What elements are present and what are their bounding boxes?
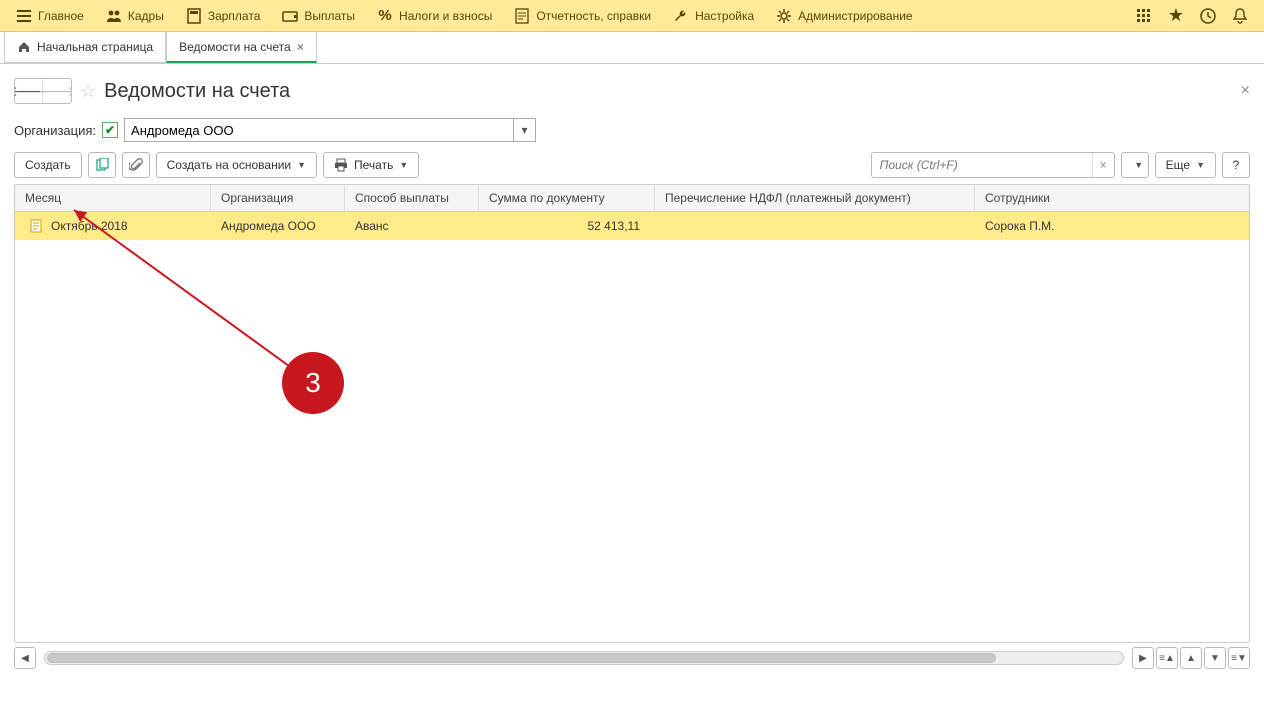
annotation-badge: 3 [282,352,344,414]
copy-button[interactable] [88,152,116,178]
row-last-icon[interactable]: ≡▼ [1228,647,1250,669]
nav-history: 🡐 🡒 [14,78,72,104]
tab-statements[interactable]: Ведомости на счета × [166,32,317,63]
col-sum[interactable]: Сумма по документу [479,185,655,211]
scroll-left-icon[interactable]: ◀ [14,647,36,669]
menu-label: Кадры [128,9,164,23]
org-label: Организация: [14,123,96,138]
menu-settings[interactable]: Настройка [663,0,764,32]
menu-hr[interactable]: Кадры [96,0,174,32]
gear-icon [776,8,792,24]
percent-icon: % [377,8,393,24]
home-icon [17,40,31,54]
tab-label: Начальная страница [37,40,153,54]
menu-payments[interactable]: Выплаты [272,0,365,32]
tab-bar: Начальная страница Ведомости на счета × [0,32,1264,64]
page-title: Ведомости на счета [104,80,290,103]
create-button[interactable]: Создать [14,152,82,178]
h-scrollbar[interactable] [44,651,1124,665]
menu-label: Выплаты [304,9,355,23]
help-button[interactable]: ? [1222,152,1250,178]
menu-reports[interactable]: Отчетность, справки [504,0,661,32]
menu-label: Администрирование [798,9,912,23]
cell-emp: Сорока П.М. [975,219,1249,233]
cell-sum: 52 413,11 [479,219,655,233]
org-dropdown-button[interactable]: ▾ [514,118,536,142]
people-icon [106,8,122,24]
org-checkbox[interactable]: ✔ [102,122,118,138]
row-down-icon[interactable]: ▼ [1204,647,1226,669]
page-content: 🡐 🡒 ☆ Ведомости на счета × Организация: … [0,64,1264,677]
menu-main[interactable]: Главное [6,0,94,32]
tab-label: Ведомости на счета [179,40,291,54]
printer-icon [334,158,348,172]
tab-home[interactable]: Начальная страница [4,32,166,63]
print-button[interactable]: Печать▼ [323,152,419,178]
grid-footer: ◀ ▶ ≡▲ ▲ ▼ ≡▼ [14,647,1250,669]
hamburger-icon [16,8,32,24]
menu-label: Настройка [695,9,754,23]
org-input[interactable] [124,118,514,142]
attach-button[interactable] [122,152,150,178]
favorite-star-icon[interactable]: ☆ [80,81,96,102]
report-icon [514,8,530,24]
document-icon [29,219,43,233]
menu-taxes[interactable]: % Налоги и взносы [367,0,502,32]
apps-icon[interactable] [1134,6,1154,26]
menu-label: Зарплата [208,9,261,23]
scroll-right-icon[interactable]: ▶ [1132,647,1154,669]
forward-button[interactable]: 🡒 [43,79,71,103]
calculator-icon [186,8,202,24]
close-icon[interactable]: × [297,40,304,54]
row-first-icon[interactable]: ≡▲ [1156,647,1178,669]
menu-label: Главное [38,9,84,23]
col-ndfl[interactable]: Перечисление НДФЛ (платежный документ) [655,185,975,211]
menu-label: Налоги и взносы [399,9,492,23]
menu-label: Отчетность, справки [536,9,651,23]
search-field: × [871,152,1115,178]
bell-icon[interactable] [1230,6,1250,26]
col-emp[interactable]: Сотрудники [975,185,1249,211]
menu-salary[interactable]: Зарплата [176,0,271,32]
star-icon[interactable]: ★ [1166,6,1186,26]
more-button[interactable]: Еще▼ [1155,152,1216,178]
create-from-button[interactable]: Создать на основании▼ [156,152,317,178]
history-icon[interactable] [1198,6,1218,26]
wrench-icon [673,8,689,24]
search-button[interactable]: ▼ [1121,152,1149,178]
main-menu-bar: Главное Кадры Зарплата Выплаты % Налоги … [0,0,1264,32]
menu-admin[interactable]: Администрирование [766,0,922,32]
search-input[interactable] [872,153,1092,177]
search-clear-icon[interactable]: × [1092,153,1114,177]
row-up-icon[interactable]: ▲ [1180,647,1202,669]
page-close-icon[interactable]: × [1241,82,1250,100]
wallet-icon [282,8,298,24]
